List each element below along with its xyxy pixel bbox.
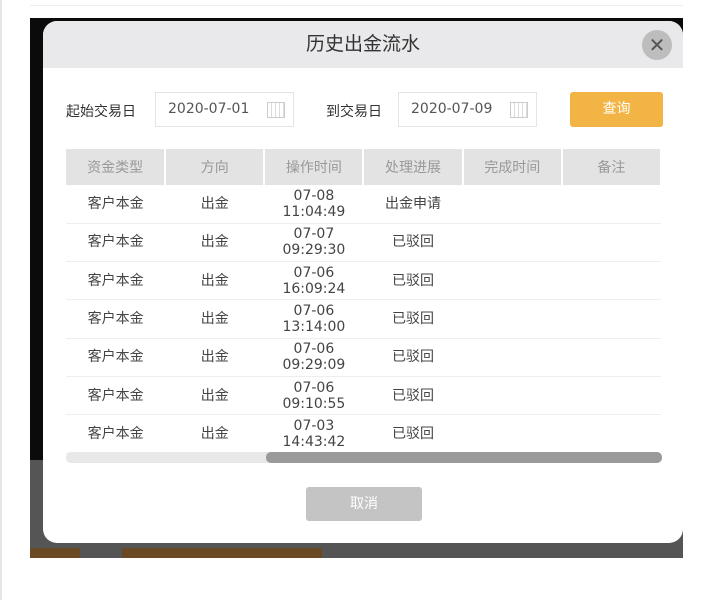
operation-clock-time: 09:29:09 bbox=[282, 357, 346, 374]
completion-time-cell bbox=[462, 299, 562, 339]
note-cell bbox=[561, 223, 661, 263]
column-header: 完成时间 bbox=[462, 149, 563, 185]
direction-cell: 出金 bbox=[165, 261, 265, 301]
close-icon[interactable]: ✕ bbox=[642, 30, 672, 60]
operation-date: 07-06 bbox=[293, 341, 335, 358]
operation-date: 07-07 bbox=[293, 226, 335, 243]
operation-time-cell: 07-06 09:10:55 bbox=[264, 376, 364, 416]
direction-cell: 出金 bbox=[165, 223, 265, 263]
completion-time-cell bbox=[462, 376, 562, 416]
start-date-value: 2020-07-01 bbox=[168, 101, 250, 117]
operation-time-cell: 07-07 09:29:30 bbox=[264, 223, 364, 263]
filter-bar: 起始交易日 2020-07-01 到交易日 2020-07-09 查询 bbox=[43, 92, 683, 128]
note-cell bbox=[561, 261, 661, 301]
operation-time-cell: 07-03 14:43:42 bbox=[264, 414, 364, 454]
operation-date: 07-06 bbox=[293, 303, 335, 320]
column-header: 方向 bbox=[165, 149, 266, 185]
operation-clock-time: 11:04:49 bbox=[282, 203, 346, 220]
operation-clock-time: 09:10:55 bbox=[282, 395, 346, 412]
operation-date: 07-06 bbox=[293, 379, 335, 396]
fund-type-cell: 客户本金 bbox=[66, 223, 166, 263]
dialog-header: 历史出金流水 bbox=[43, 21, 683, 68]
operation-time-cell: 07-06 16:09:24 bbox=[264, 261, 364, 301]
fund-type-cell: 客户本金 bbox=[66, 414, 166, 454]
operation-clock-time: 14:43:42 bbox=[282, 433, 346, 450]
fund-type-cell: 客户本金 bbox=[66, 338, 166, 377]
operation-time-cell: 07-06 09:29:09 bbox=[264, 338, 364, 377]
query-button[interactable]: 查询 bbox=[570, 92, 663, 127]
operation-clock-time: 16:09:24 bbox=[282, 280, 346, 297]
calendar-icon[interactable] bbox=[267, 102, 285, 118]
fund-type-cell: 客户本金 bbox=[66, 185, 166, 224]
column-header: 处理进展 bbox=[363, 149, 464, 185]
divider bbox=[30, 5, 683, 6]
completion-time-cell bbox=[462, 185, 562, 224]
completion-time-cell bbox=[462, 223, 562, 263]
withdrawal-history-dialog: 历史出金流水 ✕ 起始交易日 2020-07-01 到交易日 2020-07-0… bbox=[43, 21, 683, 543]
status-cell: 已驳回 bbox=[363, 299, 463, 339]
fund-type-cell: 客户本金 bbox=[66, 376, 166, 416]
direction-cell: 出金 bbox=[165, 299, 265, 339]
operation-date: 07-08 bbox=[293, 187, 335, 204]
status-cell: 已驳回 bbox=[363, 261, 463, 301]
table-row[interactable]: 客户本金 出金 07-06 09:10:55 已驳回 bbox=[66, 376, 661, 416]
background-bar bbox=[122, 548, 322, 558]
completion-time-cell bbox=[462, 338, 562, 377]
note-cell bbox=[561, 185, 661, 224]
operation-date: 07-06 bbox=[293, 264, 335, 281]
completion-time-cell bbox=[462, 414, 562, 454]
end-date-label: 到交易日 bbox=[326, 104, 382, 120]
status-cell: 已驳回 bbox=[363, 414, 463, 454]
status-cell: 已驳回 bbox=[363, 376, 463, 416]
note-cell bbox=[561, 376, 661, 416]
table-row[interactable]: 客户本金 出金 07-07 09:29:30 已驳回 bbox=[66, 223, 661, 263]
note-cell bbox=[561, 299, 661, 339]
direction-cell: 出金 bbox=[165, 414, 265, 454]
table-row[interactable]: 客户本金 出金 07-06 13:14:00 已驳回 bbox=[66, 299, 661, 339]
column-header: 备注 bbox=[561, 149, 663, 185]
operation-clock-time: 13:14:00 bbox=[282, 319, 346, 336]
operation-time-cell: 07-06 13:14:00 bbox=[264, 299, 364, 339]
status-cell: 已驳回 bbox=[363, 338, 463, 377]
dialog-title: 历史出金流水 bbox=[305, 33, 420, 55]
status-cell: 已驳回 bbox=[363, 223, 463, 263]
start-date-label: 起始交易日 bbox=[66, 104, 136, 120]
scrollbar-thumb[interactable] bbox=[266, 452, 662, 463]
operation-date: 07-03 bbox=[293, 417, 335, 434]
operation-time-cell: 07-08 11:04:49 bbox=[264, 185, 364, 224]
start-date-input[interactable]: 2020-07-01 bbox=[155, 92, 294, 127]
completion-time-cell bbox=[462, 261, 562, 301]
direction-cell: 出金 bbox=[165, 185, 265, 224]
column-header: 操作时间 bbox=[264, 149, 365, 185]
table-row[interactable]: 客户本金 出金 07-06 16:09:24 已驳回 bbox=[66, 261, 661, 301]
cancel-button[interactable]: 取消 bbox=[306, 487, 422, 521]
table-row[interactable]: 客户本金 出金 07-06 09:29:09 已驳回 bbox=[66, 338, 661, 377]
withdrawal-table: 资金类型 方向 操作时间 处理进展 完成时间 备注 客户本金 出金 07-08 11:04:49… bbox=[66, 149, 663, 454]
note-cell bbox=[561, 414, 661, 454]
fund-type-cell: 客户本金 bbox=[66, 261, 166, 301]
table-row[interactable]: 客户本金 出金 07-03 14:43:42 已驳回 bbox=[66, 414, 661, 454]
direction-cell: 出金 bbox=[165, 338, 265, 377]
note-cell bbox=[561, 338, 661, 377]
direction-cell: 出金 bbox=[165, 376, 265, 416]
operation-clock-time: 09:29:30 bbox=[282, 242, 346, 259]
end-date-input[interactable]: 2020-07-09 bbox=[398, 92, 537, 127]
end-date-value: 2020-07-09 bbox=[411, 101, 493, 117]
horizontal-scrollbar[interactable] bbox=[66, 452, 662, 463]
table-row[interactable]: 客户本金 出金 07-08 11:04:49 出金申请 bbox=[66, 185, 661, 224]
background-bar bbox=[30, 548, 80, 558]
calendar-icon[interactable] bbox=[510, 102, 528, 118]
column-header: 资金类型 bbox=[66, 149, 167, 185]
fund-type-cell: 客户本金 bbox=[66, 299, 166, 339]
page-edge bbox=[0, 0, 2, 600]
status-cell: 出金申请 bbox=[363, 185, 463, 224]
